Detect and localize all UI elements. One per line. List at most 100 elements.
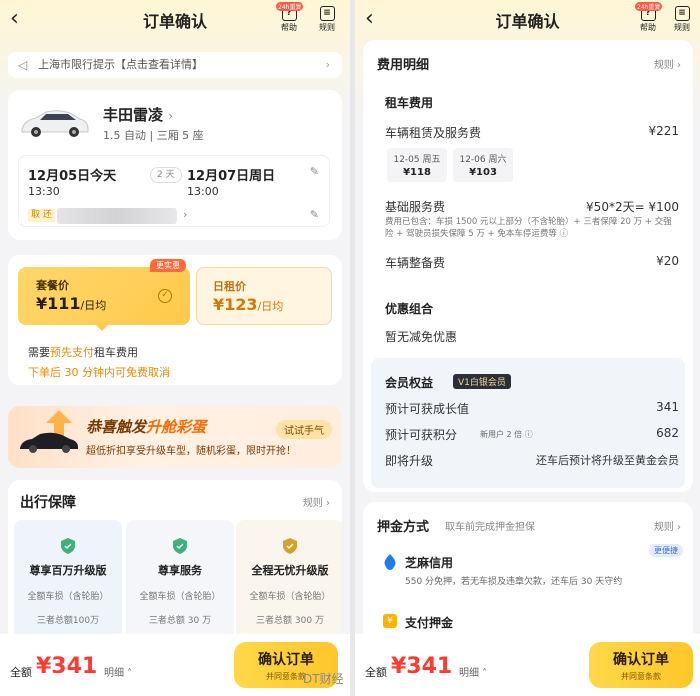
pickup-time: 13:30 <box>28 185 60 198</box>
chevron-right-icon: › <box>325 58 330 71</box>
pay-deposit-option[interactable]: 支付押金 <box>405 614 453 631</box>
upgrade-value: 还车后预计将升级至黄金会员 <box>536 454 679 467</box>
pickup-return-tag: 取 还 <box>28 209 55 222</box>
header: ‹ 订单确认 24h重复 ? 帮助 ≡ 规则 <box>355 0 700 40</box>
daily-price-unit: /日均 <box>257 300 284 313</box>
daily-price: ¥123/日均 <box>213 295 283 314</box>
rules-icon: ≡ <box>319 6 335 21</box>
confirm-order-button[interactable]: 确认订单 并同意条款 <box>589 642 693 688</box>
rent-value: ¥221 <box>648 124 679 138</box>
points-tag: 新用户 2 倍 ⓘ <box>480 430 533 439</box>
sesame-credit-option[interactable]: 芝麻信用 <box>405 554 453 571</box>
promo-title-b: 升舱彩蛋 <box>146 418 207 436</box>
notice-text: 上海市限行提示【点击查看详情】 <box>38 58 203 71</box>
insurance-option[interactable]: 尊享服务 全额车损（含轮胎） 三者总额 30 万 <box>126 520 234 640</box>
deposit-rules-link[interactable]: 规则 › <box>654 518 681 533</box>
package-price-unit: /日均 <box>80 299 107 312</box>
address-blurred <box>57 208 177 224</box>
cheaper-tag: 更实惠 <box>150 259 186 272</box>
day-price-value: ¥103 <box>469 167 497 178</box>
convenient-tag: 更便捷 <box>649 544 683 557</box>
fee-detail-card: 费用明细 规则 › 租车费用 车辆租赁及服务费 ¥221 12-05 周五 ¥11… <box>363 40 693 492</box>
order-panel-left: ‹ 订单确认 24h重复 ? 帮助 ≡ 规则 ◁ 上海市限行提示【点击查看详情】… <box>0 0 350 696</box>
growth-value: 341 <box>656 400 679 414</box>
help-label: 帮助 <box>640 23 656 32</box>
car-name[interactable]: 丰田雷凌 › <box>103 104 173 125</box>
order-panel-right: ‹ 订单确认 24h重复 ? 帮助 ≡ 规则 费用明细 规则 › 租车费用 车辆… <box>355 0 700 696</box>
member-title: 会员权益 <box>385 376 434 390</box>
edit-icon[interactable]: ✎ <box>310 208 319 221</box>
rules-label: 规则 <box>319 23 335 32</box>
header: ‹ 订单确认 24h重复 ? 帮助 ≡ 规则 <box>0 0 350 40</box>
car-image <box>21 110 89 137</box>
rules-button[interactable]: ≡ 规则 <box>312 4 342 33</box>
daily-price-option[interactable]: 日租价 ¥123/日均 <box>196 267 332 325</box>
cancel-note: 下单后 30 分钟内可免费取消 <box>28 366 170 379</box>
promo-car-image <box>20 432 78 453</box>
daily-price-value: ¥123 <box>213 295 258 314</box>
points-label: 预计可获积分 <box>385 428 458 442</box>
insurance-name: 尊享服务 <box>158 564 202 577</box>
yen-icon: ¥ <box>383 614 397 628</box>
insurance-line: 三者总额100万 <box>36 616 100 626</box>
total-label: 全额 <box>365 666 387 679</box>
total-amount: ¥341 <box>391 654 453 679</box>
help-label: 帮助 <box>281 23 297 32</box>
insurance-title: 出行保障 <box>20 495 76 511</box>
edit-icon[interactable]: ✎ <box>310 165 319 178</box>
watermark: DT财经 <box>303 672 344 686</box>
package-price-option[interactable]: 更实惠 套餐价 ¥111/日均 ✓ <box>18 259 190 331</box>
help-button[interactable]: 24h重复 ? 帮助 <box>274 2 304 33</box>
points-value: 682 <box>656 426 679 440</box>
day-price-date: 12-05 周五 <box>393 155 441 165</box>
insurance-name: 全程无忧升级版 <box>251 564 329 577</box>
insurance-rules-link[interactable]: 规则 › <box>303 494 330 509</box>
fee-rules-label: 规则 <box>653 60 674 71</box>
promo-title-a: 恭喜触发 <box>86 418 147 436</box>
base-fee-note: 费用已包含：车损 1500 元以上部分（不含轮胎）+ 三者保障 20 万 + 交… <box>385 217 672 239</box>
confirm-label: 确认订单 <box>258 652 314 668</box>
help-button[interactable]: 24h重复 ? 帮助 <box>633 2 663 33</box>
fee-rules-link[interactable]: 规则 › <box>654 56 681 71</box>
try-luck-button[interactable]: 试试手气 <box>276 420 332 439</box>
fee-title: 费用明细 <box>377 58 430 73</box>
detail-label: 明细 <box>104 668 124 679</box>
prep-fee-value: ¥20 <box>656 254 679 268</box>
insurance-option[interactable]: 全程无忧升级版 全额车损（含轮胎） 三者总额 300 万 <box>236 520 342 640</box>
discount-none: 暂无减免优惠 <box>385 330 458 344</box>
day-price-value: ¥118 <box>403 167 431 178</box>
promo-subtitle: 超低折扣享受升级车型，随机彩蛋，限时开抢！ <box>86 446 296 457</box>
detail-link[interactable]: 明细 ˄ <box>104 664 132 679</box>
daily-label: 日租价 <box>213 280 246 293</box>
package-label: 套餐价 <box>36 279 69 292</box>
chevron-right-icon: › <box>168 109 174 123</box>
restriction-notice[interactable]: ◁ 上海市限行提示【点击查看详情】 › <box>8 52 342 78</box>
confirm-label: 确认订单 <box>613 652 669 668</box>
insurance-line: 三者总额 30 万 <box>148 616 212 626</box>
bottom-bar: 全额 ¥341 明细 ˄ 确认订单 并同意条款 <box>355 634 700 696</box>
insurance-line: 全额车损（含轮胎） <box>27 592 109 602</box>
check-icon: ✓ <box>158 289 172 303</box>
bottom-bar: 全额 ¥341 明细 ˄ 确认订单 并同意条款 <box>0 634 350 696</box>
insurance-option[interactable]: 尊享百万升级版 全额车损（含轮胎） 三者总额100万 <box>14 520 122 640</box>
detail-link[interactable]: 明细 ˄ <box>459 664 487 679</box>
insurance-name: 尊享百万升级版 <box>29 564 107 577</box>
total-amount: ¥341 <box>36 654 98 679</box>
date-box[interactable]: 12月05日今天 13:30 2 天 12月07日周日 13:00 ✎ 取 还 … <box>18 155 330 227</box>
rules-button[interactable]: ≡ 规则 <box>667 4 697 33</box>
return-date: 12月07日周日 <box>187 169 276 184</box>
base-fee-value: ¥50*2天= ¥100 <box>586 200 679 214</box>
prepay-highlight: 预先支付 <box>50 346 94 359</box>
upgrade-promo-banner[interactable]: 恭喜触发升舱彩蛋 超低折扣享受升级车型，随机彩蛋，限时开抢！ 试试手气 <box>8 406 342 468</box>
growth-label: 预计可获成长值 <box>385 402 470 416</box>
package-price: ¥111/日均 <box>36 294 106 313</box>
sesame-credit-desc: 550 分免押，若无车损及违章欠款，还车后 30 天守约 <box>405 577 623 587</box>
shield-icon <box>283 538 297 554</box>
package-price-value: ¥111 <box>36 294 81 313</box>
prepay-post: 租车费用 <box>94 346 138 359</box>
base-fee-label: 基础服务费 <box>385 200 446 214</box>
day-price-date: 12-06 周六 <box>459 155 507 165</box>
rules-label: 规则 <box>674 23 690 32</box>
chevron-right-icon: › <box>183 208 188 221</box>
car-specs: 1.5 自动 | 三厢 5 座 <box>103 129 204 142</box>
